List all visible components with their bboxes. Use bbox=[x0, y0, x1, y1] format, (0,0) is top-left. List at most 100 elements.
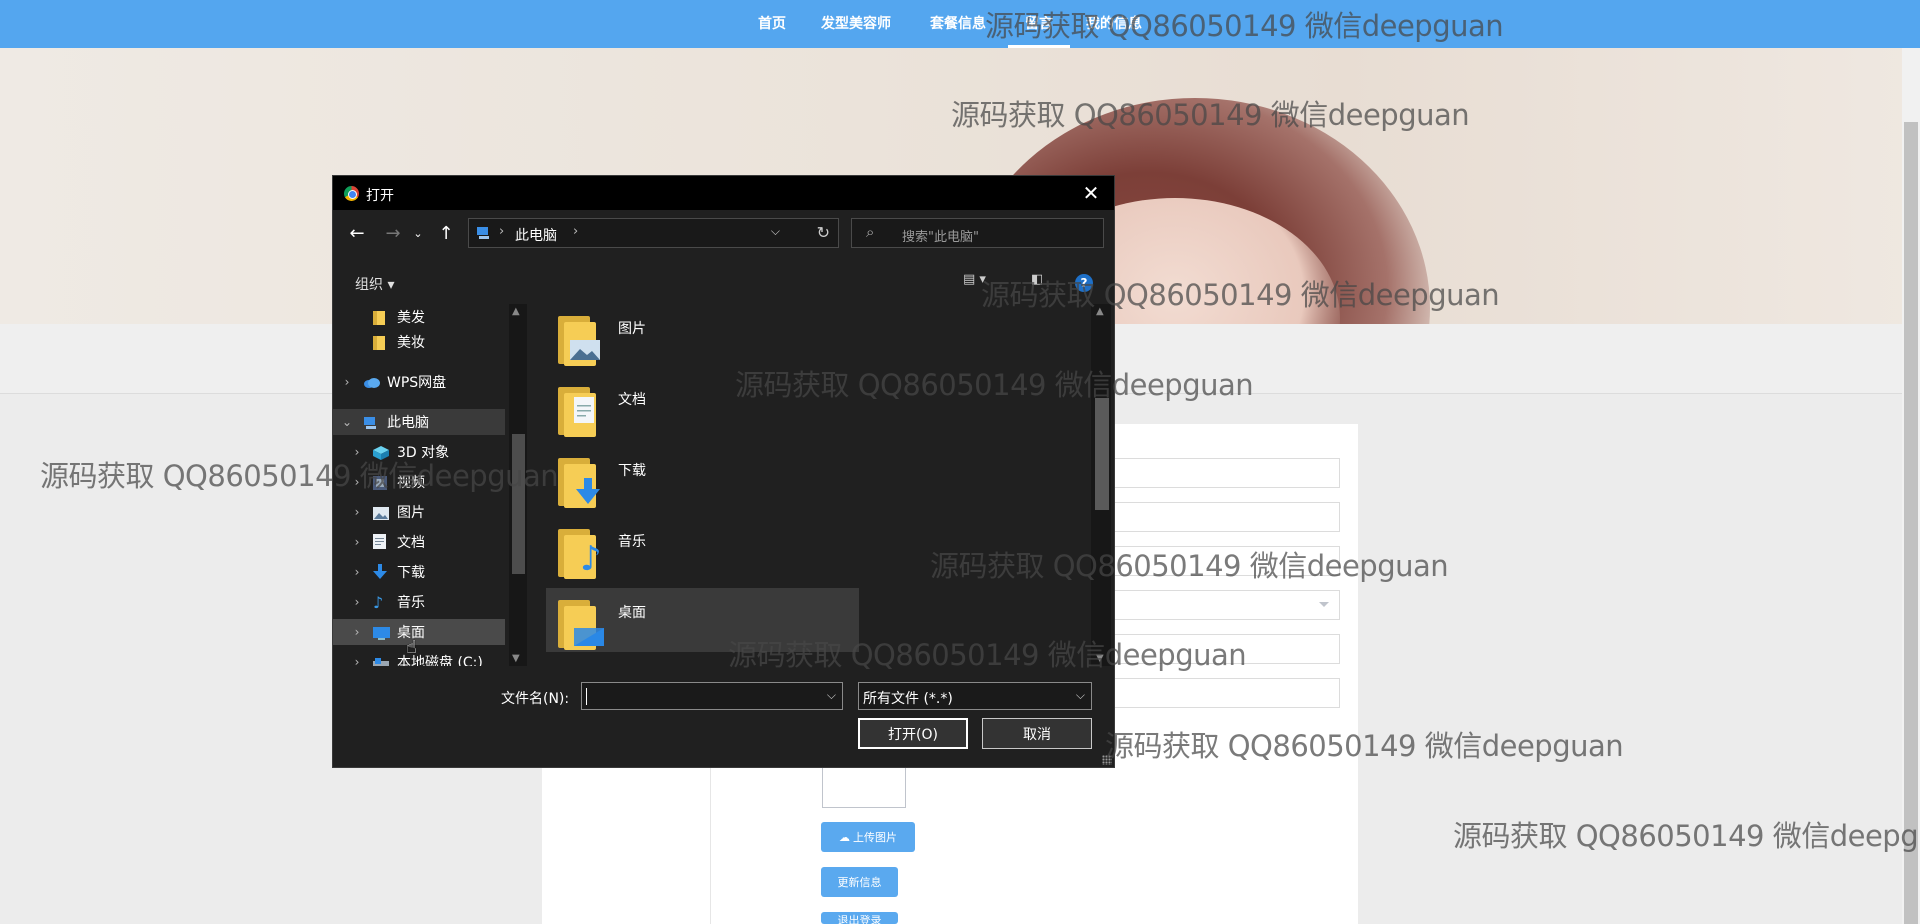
dialog-titlebar[interactable]: 打开 ✕ bbox=[333, 176, 1114, 210]
folder-icon bbox=[373, 310, 389, 325]
nav-pane-scrollbar[interactable]: ▲ ▼ bbox=[509, 304, 527, 666]
file-item[interactable]: 下载 bbox=[546, 446, 859, 510]
top-navigation: 首页 发型美容师 套餐信息 留言 我的信息 bbox=[0, 0, 1920, 48]
upload-image-button[interactable]: ☁ 上传图片 bbox=[821, 822, 915, 852]
navigation-pane: 美发 美妆 › WPS网盘 ⌄ 此电脑 › 3D 对象 › 视频 › 图片 › … bbox=[333, 304, 505, 666]
profile-field-1[interactable] bbox=[1108, 458, 1340, 488]
chevron-right-icon[interactable]: › bbox=[351, 475, 363, 489]
nav-stylists[interactable]: 发型美容师 bbox=[821, 13, 891, 33]
breadcrumb-chevron-icon[interactable]: › bbox=[499, 224, 504, 239]
nav-tree-item[interactable]: › ♪ 音乐 bbox=[333, 589, 505, 615]
profile-field-4[interactable] bbox=[1108, 634, 1340, 664]
chevron-down-icon[interactable]: ⌵ bbox=[1076, 688, 1085, 703]
update-info-button[interactable]: 更新信息 bbox=[821, 867, 898, 897]
mouse-cursor-icon: ☝ bbox=[406, 637, 417, 658]
nav-tree-item[interactable]: › 下载 bbox=[333, 559, 505, 585]
scroll-up-icon[interactable]: ▲ bbox=[1096, 306, 1104, 317]
folder-icon bbox=[373, 335, 389, 350]
scroll-down-icon[interactable]: ▼ bbox=[512, 653, 520, 664]
recent-locations-chevron-icon[interactable]: ⌄ bbox=[411, 221, 425, 245]
profile-field-3[interactable] bbox=[1108, 546, 1340, 576]
cancel-button[interactable]: 取消 bbox=[982, 718, 1092, 749]
nav-my-info[interactable]: 我的信息 bbox=[1086, 13, 1142, 33]
chevron-right-icon[interactable]: › bbox=[351, 625, 363, 639]
scroll-down-icon[interactable]: ▼ bbox=[1096, 653, 1104, 664]
profile-field-2[interactable] bbox=[1108, 502, 1340, 532]
nav-tree-item[interactable]: › WPS网盘 bbox=[333, 369, 505, 395]
file-item[interactable]: 图片 bbox=[546, 304, 859, 368]
nav-tree-item[interactable]: › 本地磁盘 (C:) bbox=[333, 649, 505, 666]
nav-tree-item[interactable]: › 文档 bbox=[333, 529, 505, 555]
search-placeholder: 搜索"此电脑" bbox=[902, 230, 979, 245]
nav-tree-item[interactable]: 美妆 bbox=[333, 329, 505, 355]
dialog-title: 打开 bbox=[366, 188, 394, 204]
desktop-folder-icon bbox=[558, 598, 604, 650]
profile-select[interactable] bbox=[1108, 590, 1340, 620]
refresh-icon[interactable]: ↻ bbox=[817, 223, 830, 242]
preview-pane-icon[interactable]: ◧ bbox=[1031, 272, 1043, 287]
file-list: 图片 文档 下载 ♪ 音乐 桌面 bbox=[529, 304, 1089, 666]
back-arrow-icon[interactable]: ← bbox=[345, 221, 369, 245]
up-arrow-icon[interactable]: ↑ bbox=[436, 221, 456, 245]
nav-home[interactable]: 首页 bbox=[758, 13, 786, 33]
cube-icon bbox=[373, 445, 389, 460]
chevron-right-icon[interactable]: › bbox=[351, 445, 363, 459]
pc-icon bbox=[363, 415, 379, 429]
address-bar[interactable]: › 此电脑 › ⌵ ↻ bbox=[468, 218, 839, 248]
video-icon bbox=[373, 475, 389, 490]
chevron-right-icon[interactable]: › bbox=[351, 535, 363, 549]
pictures-folder-icon bbox=[558, 314, 602, 366]
pictures-icon bbox=[373, 505, 389, 520]
search-icon: ⌕ bbox=[866, 223, 875, 241]
chevron-right-icon[interactable]: › bbox=[351, 595, 363, 609]
file-open-dialog: 打开 ✕ ← → ⌄ ↑ › 此电脑 › ⌵ ↻ ⌕ 搜索"此电脑" 组织 ▾ … bbox=[332, 175, 1115, 768]
file-item[interactable]: 文档 bbox=[546, 375, 859, 439]
cloud-upload-icon: ☁ bbox=[839, 831, 850, 844]
file-list-scrollbar[interactable]: ▲ ▼ bbox=[1091, 304, 1111, 666]
nav-tree-item-selected[interactable]: ⌄ 此电脑 bbox=[333, 409, 505, 435]
watermark: 源码获取 QQ86050149 微信deepguan bbox=[1453, 819, 1920, 853]
chevron-down-icon[interactable]: ⌵ bbox=[771, 224, 780, 239]
music-folder-icon: ♪ bbox=[558, 527, 602, 579]
open-button[interactable]: 打开(O) bbox=[858, 718, 968, 749]
chevron-right-icon[interactable]: › bbox=[351, 565, 363, 579]
scroll-thumb[interactable] bbox=[1095, 398, 1109, 510]
logout-button[interactable]: 退出登录 bbox=[821, 912, 898, 924]
nav-tree-item[interactable]: › 视频 bbox=[333, 469, 505, 495]
nav-packages[interactable]: 套餐信息 bbox=[930, 13, 986, 33]
close-icon[interactable]: ✕ bbox=[1068, 176, 1114, 210]
chevron-down-icon[interactable]: ⌵ bbox=[827, 688, 836, 703]
view-options-icon[interactable]: ▤ ▾ bbox=[963, 272, 986, 287]
breadcrumb-chevron-icon[interactable]: › bbox=[573, 224, 578, 239]
nav-tree-item-hovered[interactable]: › 桌面 bbox=[333, 619, 505, 645]
music-icon: ♪ bbox=[373, 593, 384, 612]
scroll-thumb[interactable] bbox=[512, 434, 525, 574]
documents-folder-icon bbox=[558, 385, 602, 437]
nav-tree-item[interactable]: › 3D 对象 bbox=[333, 439, 505, 465]
nav-tree-item[interactable]: › 图片 bbox=[333, 499, 505, 525]
search-input[interactable]: ⌕ 搜索"此电脑" bbox=[851, 218, 1104, 248]
nav-messages[interactable]: 留言 bbox=[1025, 13, 1053, 33]
forward-arrow-icon[interactable]: → bbox=[381, 221, 405, 245]
profile-field-5[interactable] bbox=[1108, 678, 1340, 708]
chevron-right-icon[interactable]: › bbox=[351, 505, 363, 519]
chevron-right-icon[interactable]: › bbox=[351, 655, 363, 666]
scroll-up-icon[interactable]: ▲ bbox=[512, 306, 520, 317]
organize-menu[interactable]: 组织 ▾ bbox=[355, 274, 394, 294]
resize-grip-icon[interactable] bbox=[1102, 755, 1112, 765]
file-item[interactable]: ♪ 音乐 bbox=[546, 517, 859, 581]
chevron-down-icon[interactable]: ⌄ bbox=[341, 415, 353, 429]
desktop-icon bbox=[373, 625, 390, 640]
downloads-folder-icon bbox=[558, 456, 602, 508]
pc-icon bbox=[477, 227, 489, 239]
breadcrumb[interactable]: 此电脑 bbox=[515, 225, 557, 245]
nav-tree-item[interactable]: 美发 bbox=[333, 304, 505, 330]
page-scrollbar-thumb[interactable] bbox=[1904, 122, 1918, 924]
chrome-icon bbox=[344, 186, 359, 201]
cloud-icon bbox=[363, 375, 380, 389]
help-icon[interactable]: ? bbox=[1075, 274, 1093, 292]
file-item-selected[interactable]: 桌面 bbox=[546, 588, 859, 652]
chevron-right-icon[interactable]: › bbox=[341, 375, 353, 389]
file-type-select[interactable]: 所有文件 (*.*) ⌵ bbox=[858, 682, 1092, 710]
filename-input[interactable]: ⌵ bbox=[581, 682, 843, 710]
